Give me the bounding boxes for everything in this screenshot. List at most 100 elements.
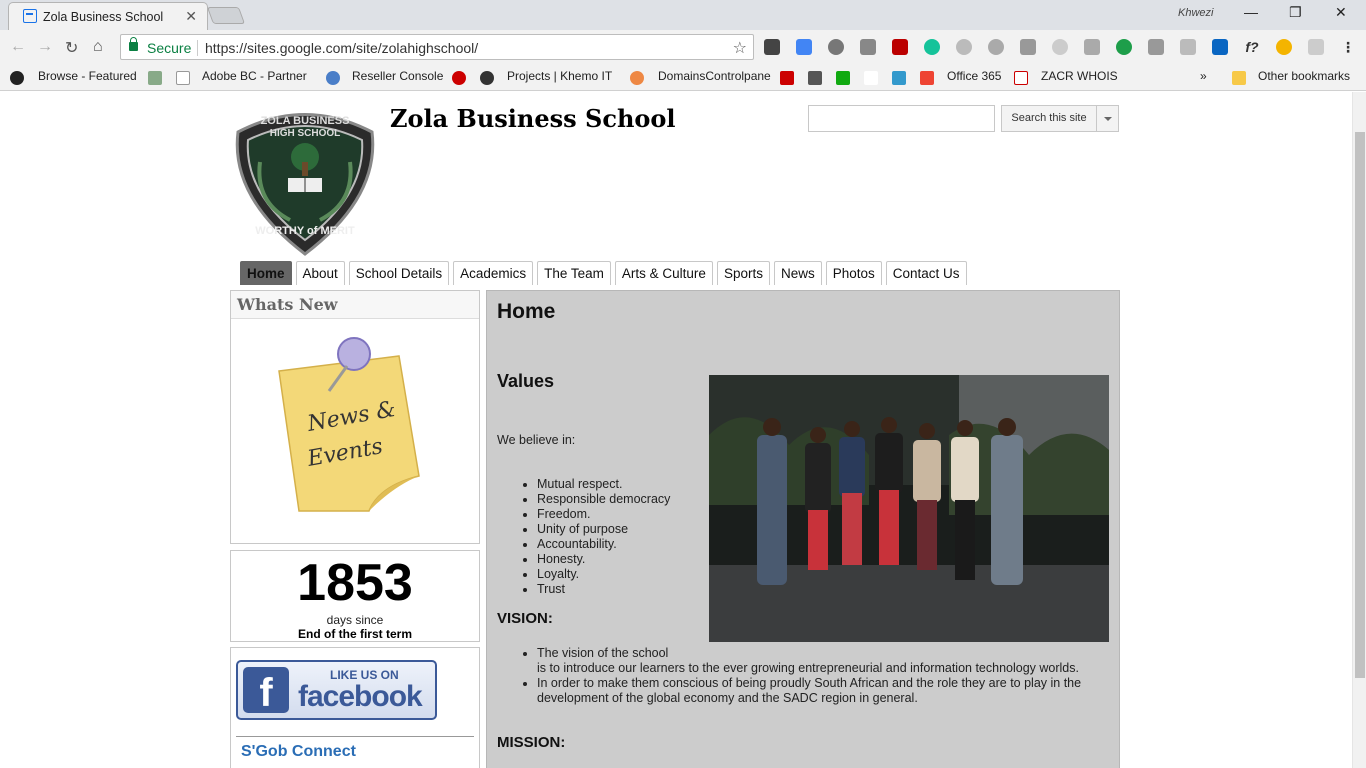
list-item: Trust xyxy=(537,582,670,597)
values-heading: Values xyxy=(497,371,555,391)
bookmarks-bar: Browse - Featured Adobe BC - Partner Res… xyxy=(0,64,1366,91)
countdown-event: End of the first term xyxy=(297,627,412,641)
drive-icon[interactable] xyxy=(860,39,876,55)
k-extension-icon[interactable] xyxy=(1020,39,1036,55)
search-input[interactable] xyxy=(808,105,995,132)
extension-icon[interactable] xyxy=(956,39,972,55)
nav-contact-us[interactable]: Contact Us xyxy=(885,261,967,285)
page-viewport: ZOLA BUSINESS HIGH SCHOOL WORTHY of MERI… xyxy=(0,92,1352,768)
folder-icon xyxy=(1232,71,1246,85)
extension-icon-3[interactable] xyxy=(1084,39,1100,55)
news-events-note-icon[interactable]: News & Events xyxy=(259,336,429,516)
close-window-icon[interactable]: ✕ xyxy=(1335,4,1347,21)
list-item: Accountability. xyxy=(537,537,670,552)
site-title[interactable]: Zola Business School xyxy=(390,104,676,133)
minimize-icon[interactable]: — xyxy=(1244,4,1258,20)
list-item: The vision of the school is to introduce… xyxy=(537,646,1107,676)
play-icon[interactable] xyxy=(1276,39,1292,55)
bookmark-office-365[interactable]: Office 365 xyxy=(947,69,1001,83)
nav-photos[interactable]: Photos xyxy=(825,261,882,285)
search-site-button[interactable]: Search this site xyxy=(1001,105,1097,132)
list-item: Unity of purpose xyxy=(537,522,670,537)
list-item: Freedom. xyxy=(537,507,670,522)
list-item: Honesty. xyxy=(537,552,670,567)
zacr-icon xyxy=(864,71,878,85)
bookmark-icon-4 xyxy=(892,71,906,85)
docs-icon[interactable] xyxy=(796,39,812,55)
bookmarks-overflow[interactable]: » xyxy=(1200,69,1207,83)
address-bar[interactable]: Secure https://sites.google.com/site/zol… xyxy=(120,34,754,60)
list-item: Responsible democracy xyxy=(537,492,670,507)
nav-sports[interactable]: Sports xyxy=(716,261,770,285)
search-options-dropdown[interactable] xyxy=(1096,105,1119,132)
sgob-connect-logo[interactable]: S'Gob Connect xyxy=(241,743,356,761)
home-icon[interactable]: ⌂ xyxy=(93,38,103,56)
vision-list: The vision of the school is to introduce… xyxy=(537,646,1107,706)
vision-text-1b: is to introduce our learners to the ever… xyxy=(537,661,1079,675)
profile-name[interactable]: Khwezi xyxy=(1178,7,1213,19)
nav-school-details[interactable]: School Details xyxy=(348,261,450,285)
url-text[interactable]: https://sites.google.com/site/zolahighsc… xyxy=(205,40,478,56)
bookmark-browse-featured[interactable]: Browse - Featured xyxy=(38,69,137,83)
office-icon xyxy=(920,71,934,85)
extension-icon-4[interactable] xyxy=(1148,39,1164,55)
tab-title: Zola Business School xyxy=(43,10,164,24)
hangouts-icon[interactable] xyxy=(1116,39,1132,55)
bookmark-projects[interactable]: Projects | Khemo IT xyxy=(507,69,612,83)
page-scrollbar[interactable] xyxy=(1352,92,1366,768)
close-tab-icon[interactable]: ✕ xyxy=(185,8,197,25)
bookmark-star-icon[interactable]: ☆ xyxy=(733,38,747,58)
nav-arts-culture[interactable]: Arts & Culture xyxy=(614,261,713,285)
new-tab-button[interactable] xyxy=(206,7,246,24)
scrollbar-thumb[interactable] xyxy=(1355,132,1365,678)
google-sites-icon xyxy=(23,9,37,23)
browser-tab[interactable]: Zola Business School ✕ xyxy=(8,2,208,30)
vision-text-1a: The vision of the school xyxy=(537,646,669,660)
back-icon[interactable]: ← xyxy=(10,38,26,56)
group-photo[interactable] xyxy=(709,375,1109,642)
linkedin-icon[interactable] xyxy=(1212,39,1228,55)
list-item: Mutual respect. xyxy=(537,477,670,492)
restore-icon[interactable]: ❐ xyxy=(1289,4,1302,21)
spotify-icon xyxy=(10,71,24,85)
vision-heading: VISION: xyxy=(497,610,553,627)
projects-icon xyxy=(480,71,494,85)
menu-icon[interactable]: ⋮ xyxy=(1340,39,1356,55)
whats-new-title: Whats New xyxy=(231,291,479,319)
nav-about[interactable]: About xyxy=(295,261,345,285)
days-count: 1853 xyxy=(297,554,413,612)
bookmark-adobe-bc[interactable]: Adobe BC - Partner xyxy=(202,69,307,83)
font-finder-icon[interactable]: f? xyxy=(1244,39,1260,55)
page-icon xyxy=(176,71,190,85)
reload-icon[interactable]: ↻ xyxy=(65,38,78,58)
pdf-icon[interactable] xyxy=(892,39,908,55)
list-item: In order to make them conscious of being… xyxy=(537,676,1107,706)
bookmark-icon-3 xyxy=(808,71,822,85)
bookmark-other[interactable]: Other bookmarks xyxy=(1258,69,1350,83)
svg-text:HIGH SCHOOL: HIGH SCHOOL xyxy=(270,128,341,139)
grammarly-icon[interactable] xyxy=(924,39,940,55)
extension-icon-5[interactable] xyxy=(1180,39,1196,55)
nav-home[interactable]: Home xyxy=(240,261,292,285)
extension-icon-6[interactable] xyxy=(1308,39,1324,55)
facebook-like-button[interactable]: f LIKE US ON facebook xyxy=(236,660,437,720)
lock-icon xyxy=(129,37,138,51)
tab-strip: Zola Business School ✕ Khwezi — ❐ ✕ xyxy=(0,0,1366,30)
bookmark-zacr-whois[interactable]: ZACR WHOIS xyxy=(1041,69,1118,83)
skype-icon[interactable] xyxy=(988,39,1004,55)
nav-academics[interactable]: Academics xyxy=(453,261,534,285)
forward-icon[interactable]: → xyxy=(37,38,53,56)
s-icon xyxy=(836,71,850,85)
days-since-label: days since xyxy=(326,613,384,627)
settings-ext-icon[interactable] xyxy=(828,39,844,55)
facebook-icon: f xyxy=(243,667,289,715)
facebook-wordmark: facebook xyxy=(298,680,423,713)
evernote-icon[interactable] xyxy=(764,39,780,55)
school-crest-logo: ZOLA BUSINESS HIGH SCHOOL WORTHY of MERI… xyxy=(235,113,375,256)
nav-the-team[interactable]: The Team xyxy=(537,261,611,285)
bookmark-domains[interactable]: DomainsControlpane xyxy=(658,69,771,83)
bookmark-reseller-console[interactable]: Reseller Console xyxy=(352,69,443,83)
believe-text: We believe in: xyxy=(497,433,576,447)
nav-news[interactable]: News xyxy=(773,261,822,285)
extension-icon-2[interactable] xyxy=(1052,39,1068,55)
